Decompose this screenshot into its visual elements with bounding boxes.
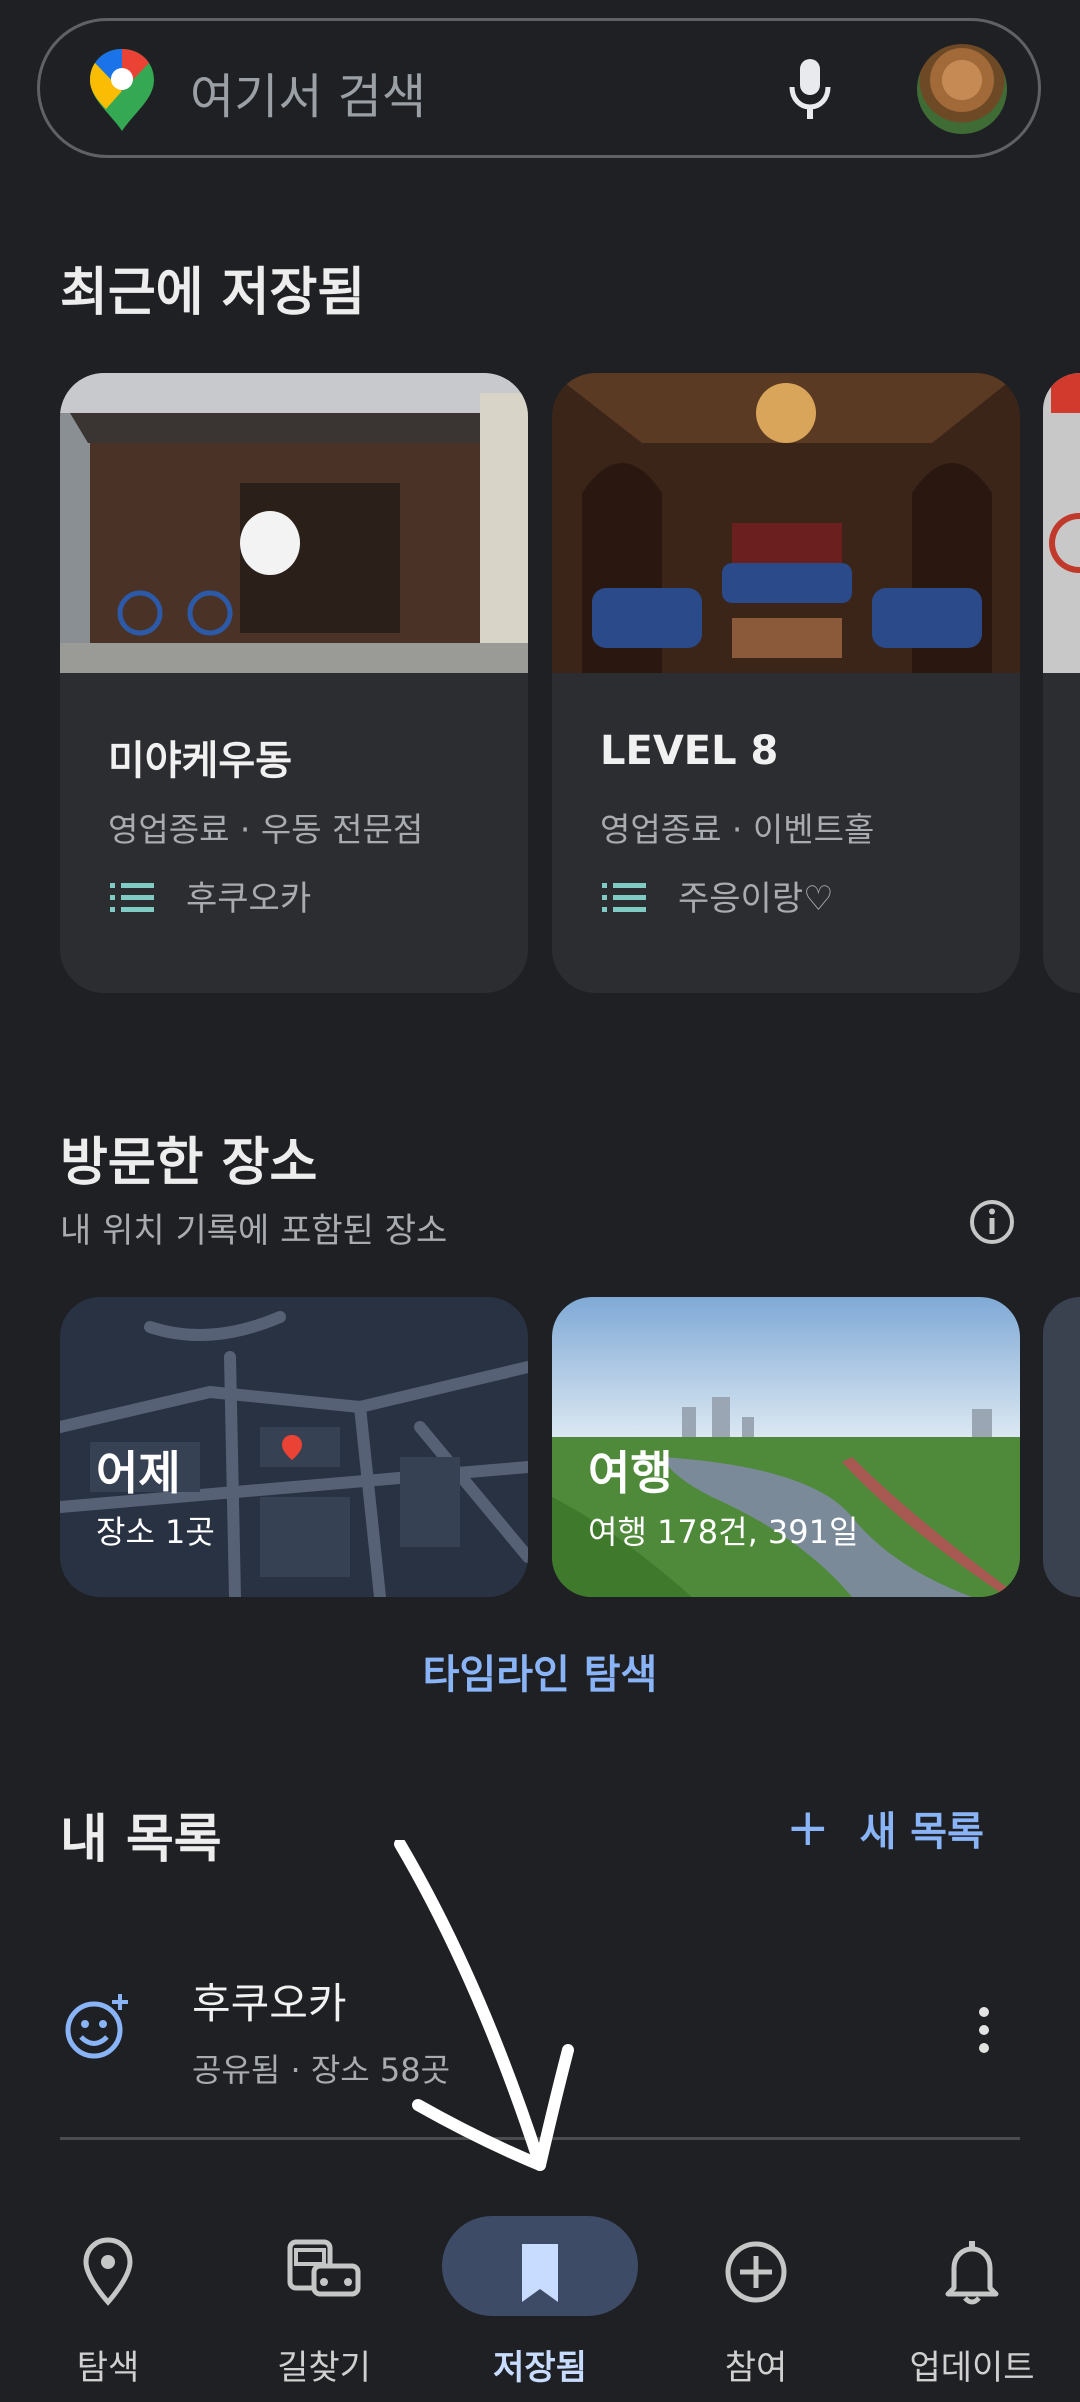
saved-place-card[interactable]: 미야케우동 영업종료 · 우동 전문점 후쿠오카	[60, 373, 528, 993]
nav-contribute[interactable]: 참여	[648, 2180, 864, 2402]
search-bar[interactable]: 여기서 검색	[37, 18, 1041, 158]
visit-card-title: 여행	[588, 1446, 673, 1500]
more-options-icon[interactable]	[972, 2004, 996, 2056]
visited-card-partial[interactable]	[1043, 1297, 1080, 1597]
new-list-label: 새 목록	[859, 1809, 984, 1855]
visit-card-title: 어제	[96, 1446, 181, 1500]
timeline-explore-link[interactable]: 타임라인 탐색	[0, 1642, 1080, 1700]
new-list-button[interactable]: + 새 목록	[786, 1798, 984, 1858]
visited-yesterday-card[interactable]: 어제 장소 1곳	[60, 1297, 528, 1597]
place-name: 미야케우동	[108, 738, 292, 784]
nav-label: 길찾기	[277, 2348, 371, 2388]
nav-updates[interactable]: 업데이트	[864, 2180, 1080, 2402]
visit-card-subtitle: 장소 1곳	[96, 1513, 215, 1551]
avatar[interactable]	[917, 44, 1007, 134]
list-name: 후쿠오카	[186, 879, 312, 919]
nav-label: 업데이트	[909, 2348, 1035, 2388]
nav-saved[interactable]: 저장됨	[432, 2180, 648, 2402]
list-item-name: 후쿠오카	[192, 1979, 347, 2028]
smiley-add-icon	[65, 1994, 128, 2059]
saved-place-card-partial[interactable]	[1043, 373, 1080, 993]
visit-card-subtitle: 여행 178건, 391일	[588, 1513, 859, 1551]
add-circle-icon	[725, 2241, 787, 2303]
google-maps-icon	[90, 49, 154, 131]
nav-label: 저장됨	[493, 2348, 587, 2388]
visited-trips-card[interactable]: 여행 여행 178건, 391일	[552, 1297, 1020, 1597]
info-icon[interactable]	[968, 1198, 1016, 1246]
place-photo	[60, 373, 528, 673]
nav-label: 참여	[724, 2348, 788, 2388]
nav-explore[interactable]: 탐색	[0, 2180, 216, 2402]
search-input[interactable]: 여기서 검색	[190, 57, 426, 127]
list-name: 주응이랑♡	[678, 879, 834, 919]
commute-icon	[287, 2239, 361, 2297]
recent-section-title: 최근에 저장됨	[60, 263, 366, 323]
visited-section-title: 방문한 장소	[60, 1133, 318, 1193]
list-icon	[110, 883, 154, 912]
visited-section-subtitle: 내 위치 기록에 포함된 장소	[60, 1211, 448, 1251]
pin-icon	[83, 2237, 133, 2306]
microphone-icon[interactable]	[786, 57, 834, 121]
place-name: LEVEL 8	[600, 728, 779, 774]
list-icon	[602, 883, 646, 912]
nav-label: 탐색	[76, 2348, 140, 2388]
nav-directions[interactable]: 길찾기	[216, 2180, 432, 2402]
saved-place-card[interactable]: LEVEL 8 영업종료 · 이벤트홀 주응이랑♡	[552, 373, 1020, 993]
place-status: 영업종료 · 우동 전문점	[108, 810, 424, 849]
mylists-section-title: 내 목록	[60, 1810, 222, 1870]
place-photo	[1043, 373, 1080, 673]
bookmark-icon	[522, 2244, 558, 2302]
bell-icon	[945, 2241, 999, 2305]
plus-icon: +	[786, 1798, 830, 1858]
place-status: 영업종료 · 이벤트홀	[600, 810, 875, 849]
place-photo	[552, 373, 1020, 673]
bottom-navigation: 탐색 길찾기 저장됨 참여 업데이트	[0, 2180, 1080, 2402]
annotation-arrow	[394, 1840, 574, 2171]
